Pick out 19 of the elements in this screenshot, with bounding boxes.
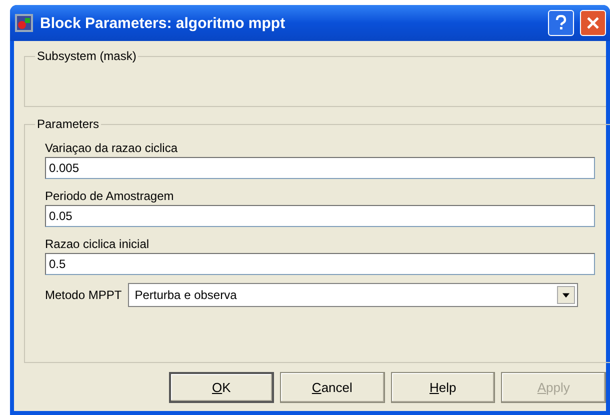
dropdown[interactable]: Perturba e observa	[128, 283, 578, 307]
dialog-button[interactable]: Help	[390, 372, 496, 403]
help-button[interactable]	[548, 10, 574, 36]
window-title: Block Parameters: algoritmo mppt	[40, 14, 286, 32]
input-field[interactable]: 0.005	[45, 157, 595, 179]
input-field[interactable]: 0.05	[45, 205, 595, 227]
field-label: Variaçao da razao ciclica	[45, 141, 179, 155]
field-label: Metodo MPPT	[45, 288, 122, 302]
close-icon	[586, 16, 600, 30]
field-label: Razao ciclica inicial	[45, 237, 150, 251]
field-label: Periodo de Amostragem	[45, 189, 175, 203]
input-field[interactable]: 0.5	[45, 253, 595, 275]
group-title: Parameters	[36, 117, 100, 131]
dialog-button[interactable]: OK	[169, 372, 274, 403]
question-mark-icon	[555, 15, 567, 31]
block-icon	[14, 13, 34, 33]
close-button[interactable]	[580, 10, 606, 36]
group-title: Subsystem (mask)	[36, 49, 138, 63]
dialog-button[interactable]: Cancel	[280, 372, 385, 403]
